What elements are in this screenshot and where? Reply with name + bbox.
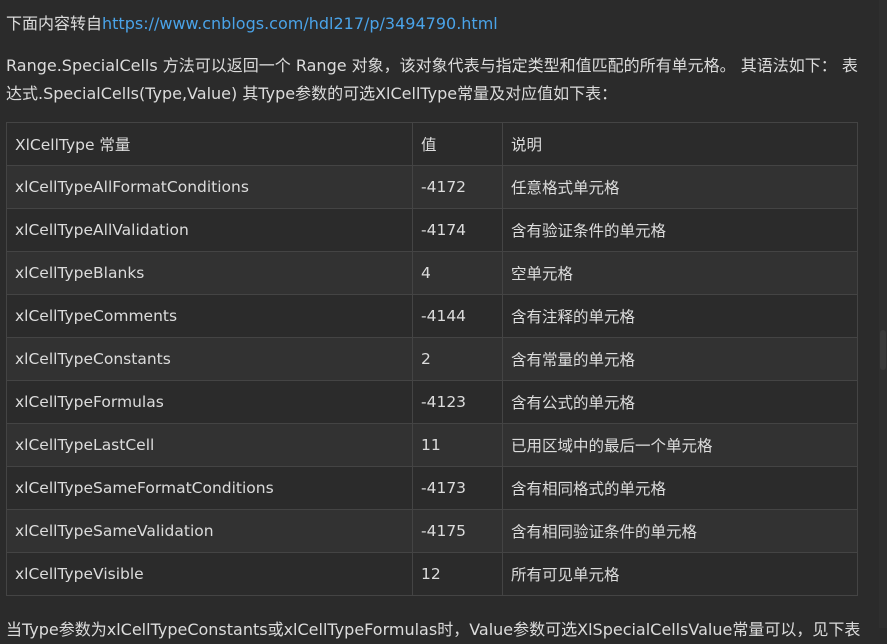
cell-description: 空单元格 [502, 251, 858, 295]
cell-constant: xlCellTypeComments [6, 294, 413, 338]
table-row: xlCellTypeAllValidation -4174 含有验证条件的单元格 [6, 208, 858, 252]
cell-value: 12 [412, 552, 503, 596]
cell-description: 含有公式的单元格 [502, 380, 858, 424]
header-description: 说明 [502, 122, 858, 166]
cell-constant: xlCellTypeFormulas [6, 380, 413, 424]
cell-value: 2 [412, 337, 503, 381]
cell-description: 含有注释的单元格 [502, 294, 858, 338]
scrollbar-thumb[interactable] [880, 330, 886, 370]
table-row: xlCellTypeAllFormatConditions -4172 任意格式… [6, 165, 858, 209]
cell-constant: xlCellTypeVisible [6, 552, 413, 596]
cell-description: 任意格式单元格 [502, 165, 858, 209]
cell-value: -4175 [412, 509, 503, 553]
xlcelltype-table: XlCellType 常量 值 说明 xlCellTypeAllFormatCo… [6, 122, 858, 596]
table-row: xlCellTypeLastCell 11 已用区域中的最后一个单元格 [6, 423, 858, 467]
cell-description: 含有常量的单元格 [502, 337, 858, 381]
scrollbar-track[interactable] [879, 0, 887, 628]
cell-constant: xlCellTypeLastCell [6, 423, 413, 467]
table-row: xlCellTypeVisible 12 所有可见单元格 [6, 552, 858, 596]
header-constant: XlCellType 常量 [6, 122, 413, 166]
cell-constant: xlCellTypeSameFormatConditions [6, 466, 413, 510]
cell-description: 含有相同验证条件的单元格 [502, 509, 858, 553]
table-row: xlCellTypeSameFormatConditions -4173 含有相… [6, 466, 858, 510]
cell-constant: xlCellTypeBlanks [6, 251, 413, 295]
table-row: xlCellTypeSameValidation -4175 含有相同验证条件的… [6, 509, 858, 553]
cell-value: -4174 [412, 208, 503, 252]
source-prefix: 下面内容转自 [6, 14, 103, 33]
table-header-row: XlCellType 常量 值 说明 [6, 122, 858, 166]
footer-paragraph: 当Type参数为xlCellTypeConstants或xlCellTypeFo… [6, 620, 861, 639]
cell-value: 4 [412, 251, 503, 295]
cell-constant: xlCellTypeAllValidation [6, 208, 413, 252]
cell-constant: xlCellTypeConstants [6, 337, 413, 381]
cell-value: -4173 [412, 466, 503, 510]
cell-constant: xlCellTypeAllFormatConditions [6, 165, 413, 209]
cell-value: 11 [412, 423, 503, 467]
cell-description: 含有验证条件的单元格 [502, 208, 858, 252]
source-line: 下面内容转自https://www.cnblogs.com/hdl217/p/3… [6, 10, 498, 38]
table-row: xlCellTypeFormulas -4123 含有公式的单元格 [6, 380, 858, 424]
table-row: xlCellTypeBlanks 4 空单元格 [6, 251, 858, 295]
cell-description: 含有相同格式的单元格 [502, 466, 858, 510]
intro-paragraph: Range.SpecialCells 方法可以返回一个 Range 对象，该对象… [6, 56, 858, 103]
cell-description: 已用区域中的最后一个单元格 [502, 423, 858, 467]
cell-value: -4123 [412, 380, 503, 424]
header-value: 值 [412, 122, 503, 166]
cell-value: -4144 [412, 294, 503, 338]
cell-value: -4172 [412, 165, 503, 209]
source-link[interactable]: https://www.cnblogs.com/hdl217/p/3494790… [102, 14, 498, 33]
cell-description: 所有可见单元格 [502, 552, 858, 596]
table-row: xlCellTypeConstants 2 含有常量的单元格 [6, 337, 858, 381]
cell-constant: xlCellTypeSameValidation [6, 509, 413, 553]
table-row: xlCellTypeComments -4144 含有注释的单元格 [6, 294, 858, 338]
